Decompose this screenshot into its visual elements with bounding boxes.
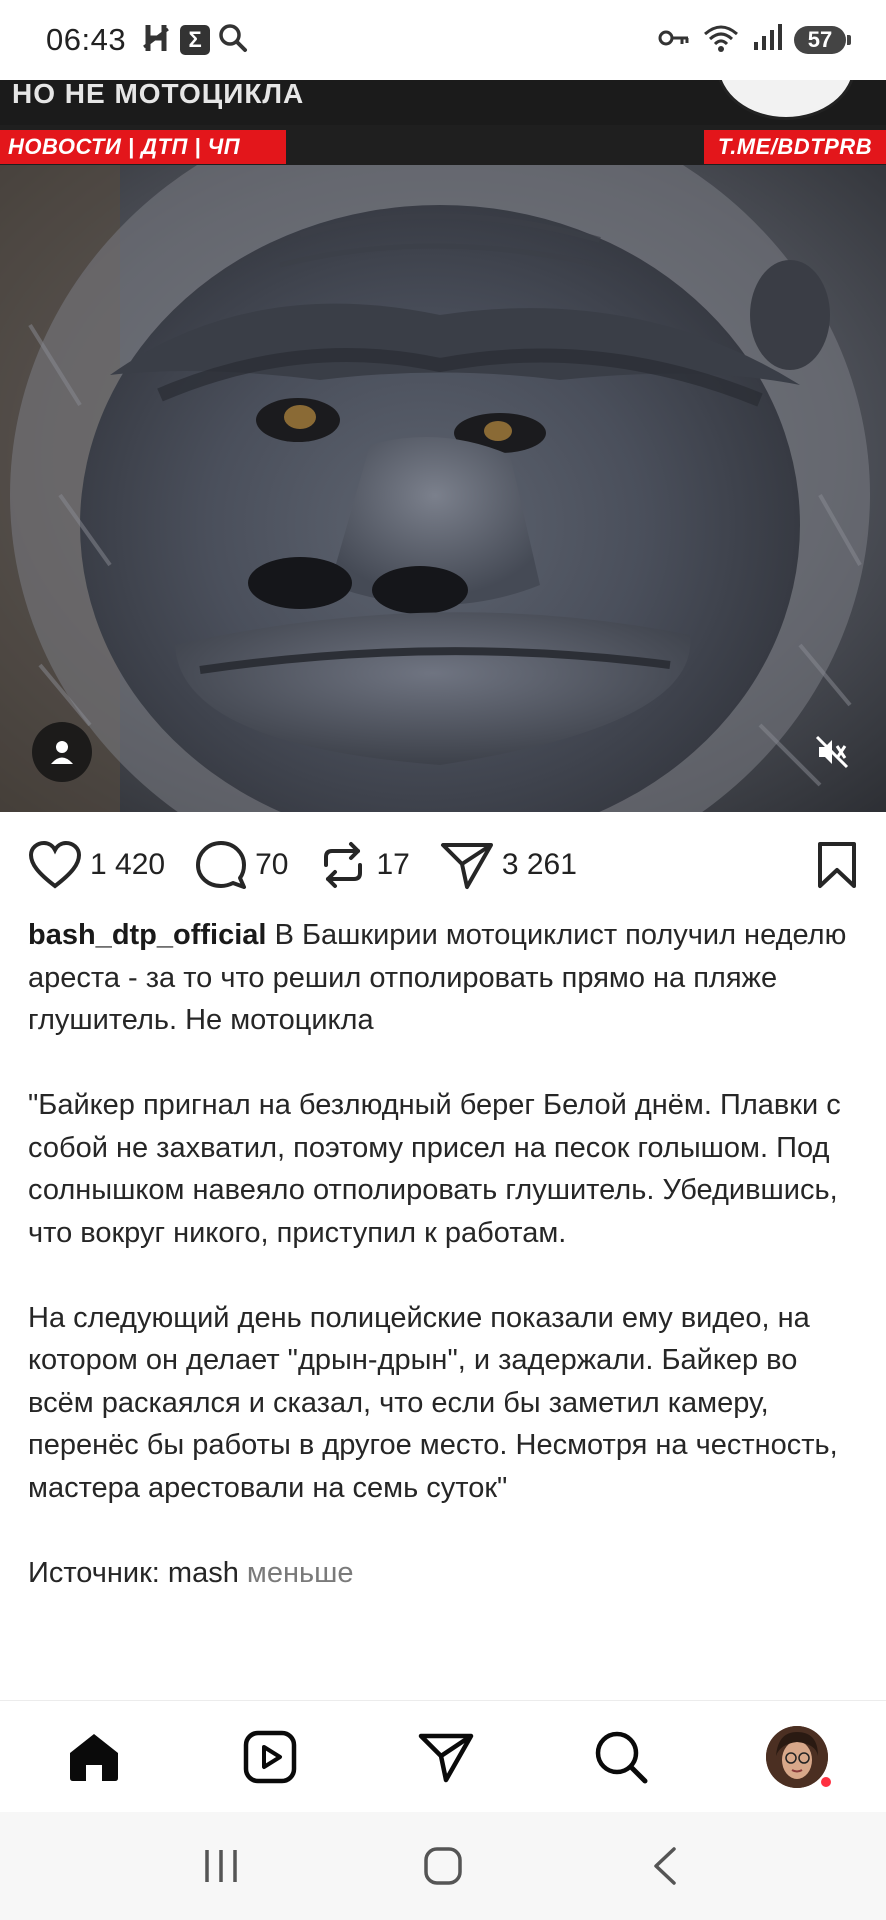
paper-plane-icon <box>440 843 493 889</box>
video-headline: НО НЕ МОТОЦИКЛА <box>12 80 305 109</box>
reels-icon <box>243 1730 296 1783</box>
repost-icon <box>324 842 363 888</box>
nav-direct[interactable] <box>412 1723 480 1791</box>
show-less-link[interactable]: меньше <box>247 1557 354 1589</box>
wifi-icon <box>702 23 740 58</box>
gorilla-image <box>0 165 886 812</box>
caption-paragraph-2: "Байкер пригнал на безлюдный берег Белой… <box>28 1089 841 1249</box>
sigma-icon: Σ <box>180 25 211 55</box>
muted-speaker-icon <box>815 735 849 769</box>
nav-home[interactable] <box>60 1723 128 1791</box>
h-icon <box>142 22 172 59</box>
post-username[interactable]: bash_dtp_official <box>28 919 267 951</box>
channel-logo <box>716 80 856 120</box>
status-time: 06:43 <box>46 22 127 57</box>
save-button[interactable] <box>816 840 858 890</box>
post-actions: 1 420 70 17 3 261 <box>0 830 886 900</box>
paper-plane-icon <box>418 1733 473 1782</box>
home-icon <box>70 1733 118 1781</box>
video-banner: НО НЕ МОТОЦИКЛА <box>0 80 886 125</box>
search-icon <box>218 23 248 58</box>
battery-icon: 57 <box>794 26 851 54</box>
system-navigation-bar <box>0 1812 886 1920</box>
status-right-icons: 57 <box>658 23 851 58</box>
back-chevron-icon <box>654 1847 676 1885</box>
caption-source: Источник: mash <box>28 1556 239 1589</box>
tagged-user-button[interactable] <box>32 722 92 782</box>
search-icon <box>596 1731 648 1783</box>
comment-button[interactable]: 70 <box>195 840 288 890</box>
bookmark-icon <box>818 842 856 888</box>
back-button[interactable] <box>635 1836 695 1896</box>
like-count: 1 420 <box>90 848 166 881</box>
post-caption: bash_dtp_official В Башкирии мотоциклист… <box>28 914 862 1594</box>
comment-icon <box>196 841 247 889</box>
home-system-button[interactable] <box>413 1836 473 1896</box>
bottom-navigation <box>0 1700 886 1812</box>
nav-reels[interactable] <box>236 1723 304 1791</box>
share-button[interactable]: 3 261 <box>440 840 577 890</box>
video-tag-right: T.ME/BDTPRB <box>704 130 886 164</box>
status-left-icons: Σ <box>142 22 248 59</box>
recent-apps-icon <box>205 1850 237 1882</box>
repost-count: 17 <box>376 848 410 881</box>
caption-paragraph-3: На следующий день полицейские показали е… <box>28 1301 838 1504</box>
status-bar: 06:43 Σ 57 <box>0 0 886 80</box>
nav-profile[interactable] <box>763 1723 833 1791</box>
mute-button[interactable] <box>802 722 862 782</box>
comment-count: 70 <box>255 848 289 881</box>
caption-paragraph-1: bash_dtp_official В Башкирии мотоциклист… <box>28 914 862 1042</box>
notification-dot <box>819 1774 833 1789</box>
home-circle-icon <box>424 1847 462 1885</box>
heart-icon <box>28 840 82 889</box>
caption-paragraph-4: Источник: mash меньше <box>28 1552 862 1595</box>
key-icon <box>658 27 690 54</box>
signal-icon <box>752 23 782 57</box>
recent-apps-button[interactable] <box>191 1836 251 1896</box>
video-tag-left: НОВОСТИ | ДТП | ЧП <box>0 130 286 164</box>
repost-button[interactable]: 17 <box>318 839 410 891</box>
share-count: 3 261 <box>501 848 577 881</box>
like-button[interactable]: 1 420 <box>28 840 165 890</box>
person-icon <box>51 741 73 764</box>
post-video[interactable]: НО НЕ МОТОЦИКЛА НОВОСТИ | ДТП | ЧП T.ME/… <box>0 80 886 812</box>
nav-search[interactable] <box>587 1723 655 1791</box>
